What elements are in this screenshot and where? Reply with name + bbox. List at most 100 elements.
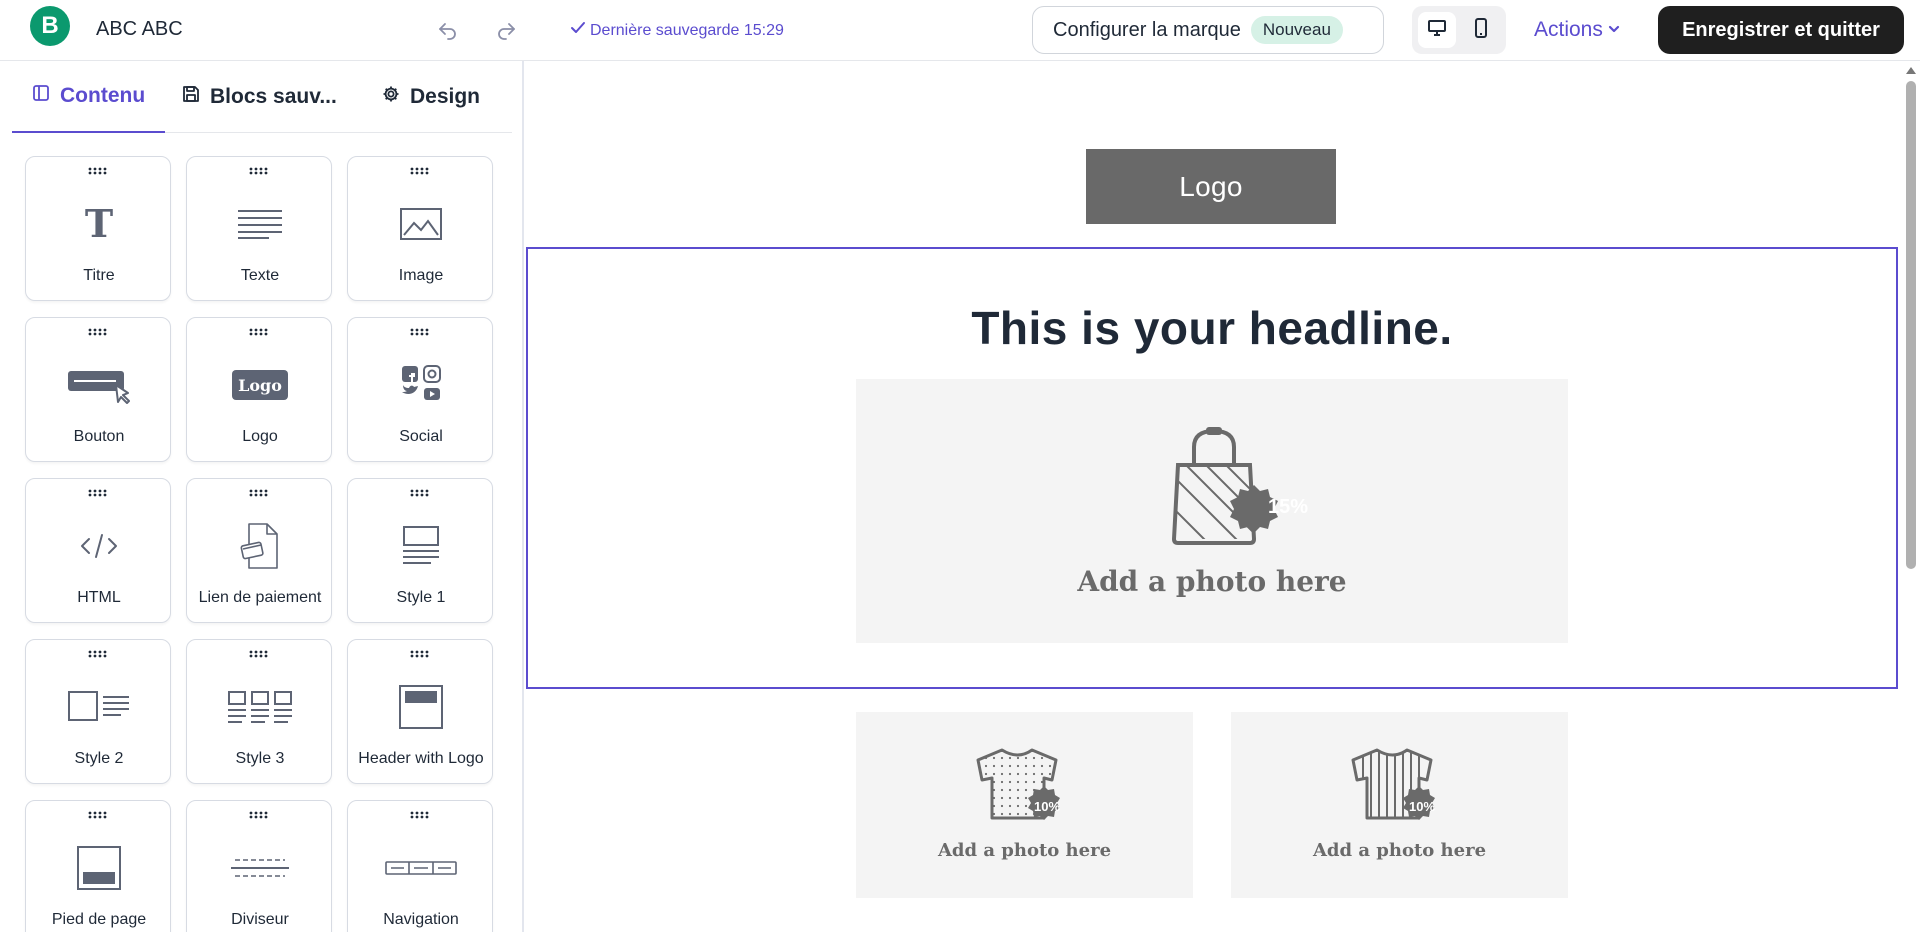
selected-section[interactable]: This is your headline. 15% Add a photo h… [526,247,1898,689]
block-tile-titre[interactable]: T Titre [25,156,171,301]
configure-brand-button[interactable]: Configurer la marque Nouveau [1032,6,1384,54]
drag-handle-icon[interactable] [409,167,431,175]
code-icon [26,521,172,571]
block-tile-html[interactable]: HTML [25,478,171,623]
headline[interactable]: This is your headline. [528,301,1896,355]
block-tile-footer[interactable]: Pied de page [25,800,171,932]
drag-handle-icon[interactable] [248,328,270,336]
block-label: Titre [83,267,115,284]
product-photo-placeholder[interactable]: 10% Add a photo here [1231,712,1568,898]
drag-handle-icon[interactable] [248,811,270,819]
drag-handle-icon[interactable] [409,328,431,336]
tshirt-dotted-icon [976,748,1060,820]
drag-handle-icon[interactable] [248,167,270,175]
layout-panel-icon [32,84,50,108]
tab-saved-blocks[interactable]: Blocs sauv... [182,61,352,133]
social-icon [348,360,494,410]
block-tile-header-with-logo[interactable]: Header with Logo [347,639,493,784]
svg-text:T: T [85,204,113,244]
header-logo-icon [348,682,494,732]
block-label: Style 3 [235,750,285,767]
block-tile-bouton[interactable]: Bouton [25,317,171,462]
block-label: Pied de page [51,911,147,928]
block-label: Texte [240,267,280,284]
canvas-scrollbar[interactable] [1902,61,1920,932]
drag-handle-icon[interactable] [409,489,431,497]
tab-saved-blocks-label: Blocs sauv... [210,85,337,108]
navigation-icon [348,843,494,893]
actions-menu[interactable]: Actions [1534,18,1621,42]
brand-logo[interactable]: B [30,6,70,46]
sidebar-tabs: Contenu Blocs sauv... Design [12,61,512,133]
hero-photo-placeholder[interactable]: 15% Add a photo here [856,379,1568,643]
save-and-quit-button[interactable]: Enregistrer et quitter [1658,6,1904,54]
button-icon [26,360,172,410]
style-2-icon [26,682,172,732]
tab-contenu[interactable]: Contenu [12,61,165,133]
drag-handle-icon[interactable] [248,489,270,497]
chevron-down-icon [1607,18,1621,42]
drag-handle-icon[interactable] [248,650,270,658]
title-icon: T [26,199,172,249]
drag-handle-icon[interactable] [87,489,109,497]
block-label: Navigation [383,911,459,928]
check-icon [570,20,586,41]
divider-icon [187,843,333,893]
document-title[interactable]: ABC ABC [96,18,183,41]
shopping-bag-icon [1171,427,1278,545]
product-photo-placeholder[interactable]: 10% Add a photo here [856,712,1193,898]
block-tile-logo[interactable]: Logo Logo [186,317,332,462]
configure-brand-label: Configurer la marque [1053,18,1241,41]
desktop-preview-button[interactable] [1418,12,1456,48]
logo-placeholder[interactable]: Logo [1086,149,1336,224]
logo-icon: Logo [187,360,333,410]
style-3-icon [187,682,333,732]
scroll-up-arrow-icon[interactable] [1906,67,1916,74]
image-icon [348,199,494,249]
hero-photo-caption: Add a photo here [1077,565,1347,598]
block-tile-divider[interactable]: Diviseur [186,800,332,932]
device-toggle [1412,6,1506,54]
block-tile-texte[interactable]: Texte [186,156,332,301]
payment-link-icon [187,521,333,571]
block-tile-navigation[interactable]: Navigation [347,800,493,932]
block-label: Diviseur [231,911,289,928]
block-tile-style-1[interactable]: Style 1 [347,478,493,623]
block-label: Image [398,267,444,284]
block-label: HTML [77,589,121,606]
save-status-text: Dernière sauvegarde 15:29 [590,21,784,39]
gear-icon [382,85,400,109]
style-1-icon [348,521,494,571]
undo-icon[interactable] [436,18,460,42]
block-tile-payment-link[interactable]: Lien de paiement [186,478,332,623]
mobile-icon [1474,17,1488,43]
drag-handle-icon[interactable] [87,328,109,336]
content-sidebar: Contenu Blocs sauv... Design T Titre Tex… [0,61,524,932]
product-discount: 10% [1033,799,1061,814]
text-icon [187,199,333,249]
redo-icon[interactable] [494,18,518,42]
block-label: Social [399,428,443,445]
mobile-preview-button[interactable] [1462,12,1500,48]
footer-icon [26,843,172,893]
scrollbar-thumb[interactable] [1906,81,1916,569]
brand-letter: B [41,12,59,39]
drag-handle-icon[interactable] [87,811,109,819]
desktop-icon [1427,19,1447,42]
drag-handle-icon[interactable] [409,650,431,658]
block-tile-image[interactable]: Image [347,156,493,301]
tab-design[interactable]: Design [382,61,512,133]
logo-icon-text: Logo [232,370,288,400]
tshirt-striped-icon [1351,748,1435,820]
block-tile-style-2[interactable]: Style 2 [25,639,171,784]
block-label: Header with Logo [358,750,484,767]
block-tile-style-3[interactable]: Style 3 [186,639,332,784]
drag-handle-icon[interactable] [87,650,109,658]
hero-discount: 15% [1267,496,1309,518]
block-label: Logo [242,428,278,445]
drag-handle-icon[interactable] [409,811,431,819]
save-status: Dernière sauvegarde 15:29 [570,20,784,41]
block-tile-social[interactable]: Social [347,317,493,462]
drag-handle-icon[interactable] [87,167,109,175]
product-photo-caption: Add a photo here [1312,840,1487,861]
